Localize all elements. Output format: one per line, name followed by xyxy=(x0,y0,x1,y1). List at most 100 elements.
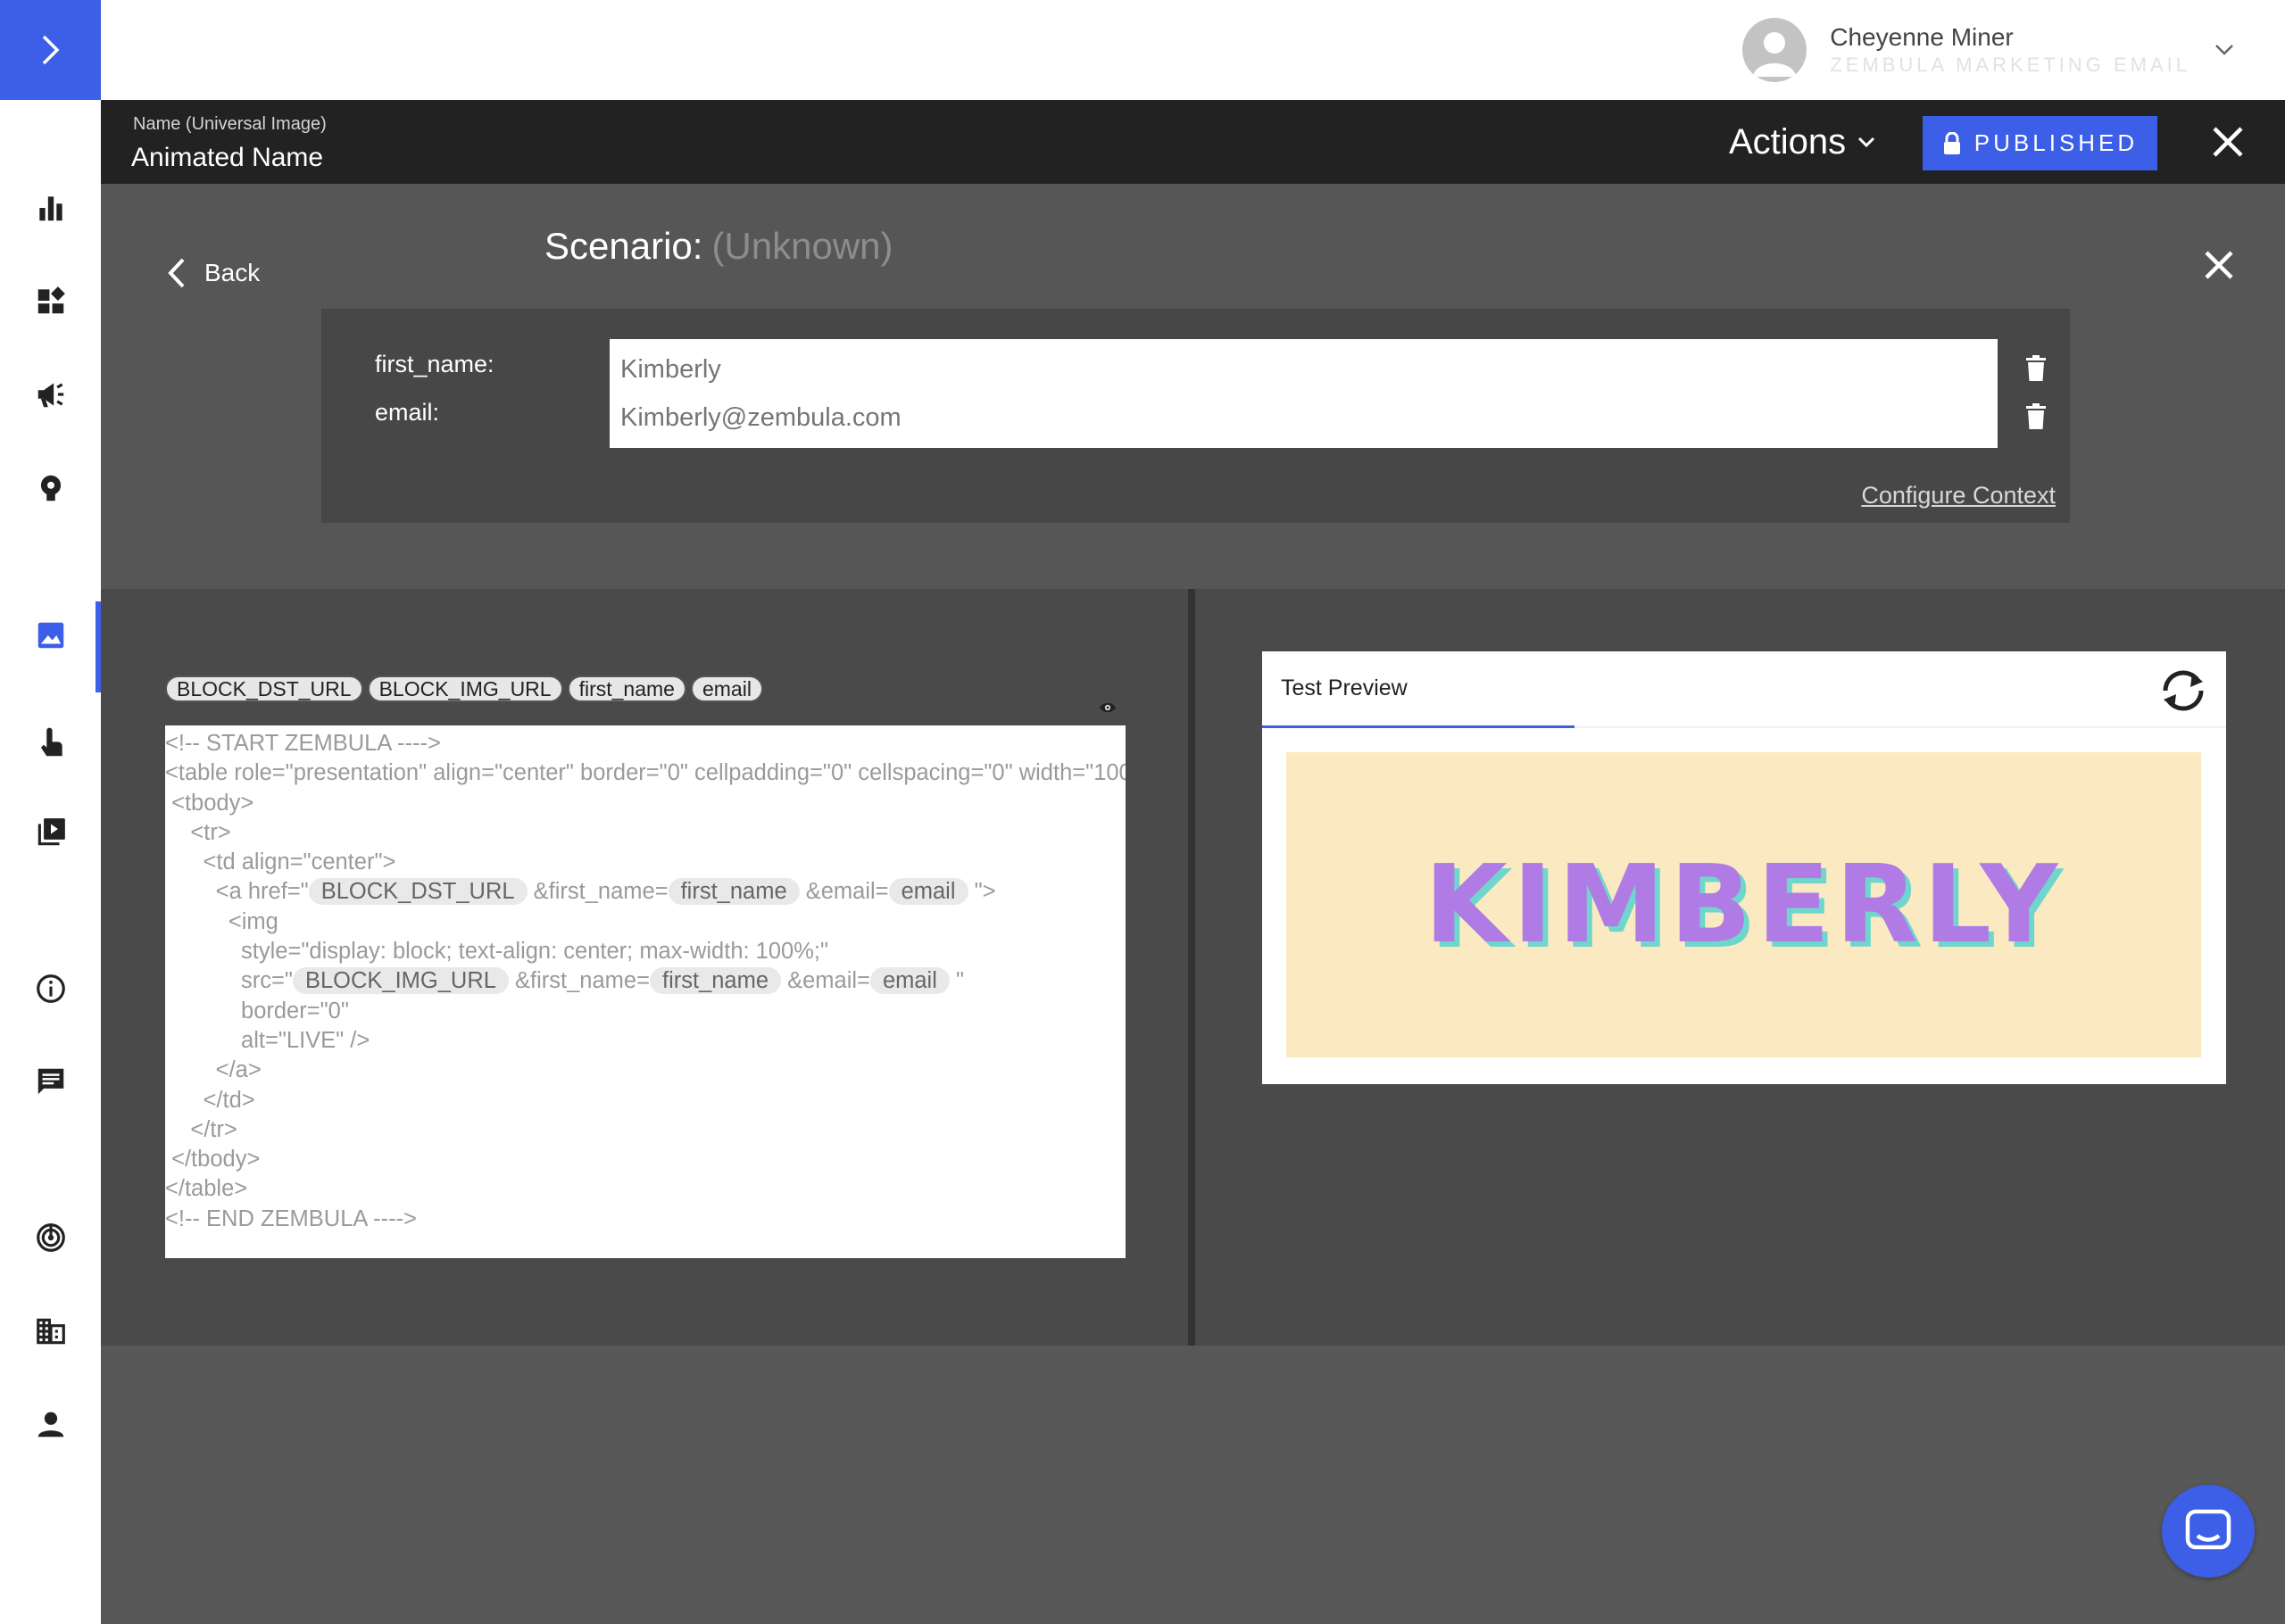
sidebar-item-dashboards[interactable] xyxy=(0,265,101,336)
code-line: <td align="center"> xyxy=(165,849,396,875)
chat-bubble-icon xyxy=(2185,1509,2231,1550)
back-button[interactable]: Back xyxy=(167,257,260,289)
sidebar-item-organization[interactable] xyxy=(0,1296,101,1367)
token-block-dst-url[interactable]: BLOCK_DST_URL xyxy=(165,675,363,702)
code-line: <img xyxy=(165,908,278,934)
trash-icon xyxy=(2026,355,2046,381)
preview-rendered-text: KIMBERLY xyxy=(1424,842,2064,967)
scenario-title-label: Scenario: xyxy=(544,225,703,267)
info-icon xyxy=(36,974,65,1003)
sidebar-item-analytics[interactable] xyxy=(0,172,101,244)
refresh-icon xyxy=(2163,670,2204,711)
code-line: </a> xyxy=(165,1057,262,1083)
video-library-icon xyxy=(37,818,65,846)
code-token-chip[interactable]: BLOCK_IMG_URL xyxy=(292,967,509,995)
code-editor[interactable]: <!-- START ZEMBULA ----> <table role="pr… xyxy=(165,725,1126,1258)
code-line: style="display: block; text-align: cente… xyxy=(165,939,829,965)
pane-splitter[interactable] xyxy=(1188,589,1195,1346)
sidebar-item-interactions[interactable] xyxy=(0,708,101,779)
item-name: Animated Name xyxy=(131,143,324,172)
delete-email-button[interactable] xyxy=(2023,402,2049,432)
tab-test-preview[interactable]: Test Preview xyxy=(1262,651,1575,728)
back-label: Back xyxy=(204,259,261,286)
code-token-chip[interactable]: first_name xyxy=(668,878,800,906)
code-line: <tr> xyxy=(165,819,231,845)
code-token-chip[interactable]: email xyxy=(888,878,968,906)
close-scenario-button[interactable] xyxy=(2198,244,2239,286)
user-organization: ZEMBULA MARKETING EMAIL xyxy=(1830,54,2190,76)
touch-icon xyxy=(40,727,62,757)
actions-dropdown[interactable]: Actions xyxy=(1729,120,1876,164)
code-line: border="0" xyxy=(165,998,349,1023)
code-pane: BLOCK_DST_URL BLOCK_IMG_URL first_name e… xyxy=(101,589,1188,1346)
actions-label: Actions xyxy=(1729,121,1847,162)
token-block-img-url[interactable]: BLOCK_IMG_URL xyxy=(367,675,563,702)
user-menu[interactable]: Cheyenne Miner ZEMBULA MARKETING EMAIL xyxy=(1742,14,2235,86)
close-icon xyxy=(2205,251,2233,279)
email-field[interactable] xyxy=(610,387,1998,448)
target-icon xyxy=(36,1223,65,1252)
delete-first-name-button[interactable] xyxy=(2023,353,2049,384)
first-name-label: first_name: xyxy=(375,351,494,377)
code-line: <tbody> xyxy=(165,790,254,816)
chevron-left-icon xyxy=(168,258,185,288)
token-email[interactable]: email xyxy=(690,675,763,702)
expand-sidebar-button[interactable] xyxy=(0,0,101,100)
sidebar-item-images[interactable] xyxy=(0,600,101,692)
scenario-title-value: (Unknown) xyxy=(711,225,893,267)
lock-icon xyxy=(1943,131,1960,154)
tab-label: Test Preview xyxy=(1281,675,1408,700)
item-type-label: Name (Universal Image) xyxy=(133,114,327,134)
refresh-preview-button[interactable] xyxy=(2155,664,2212,717)
tab-divider xyxy=(1575,726,2226,728)
eye-icon[interactable] xyxy=(1099,701,1117,714)
code-line: <a href=" BLOCK_DST_URL &first_name= first… xyxy=(165,877,1126,907)
code-line: <!-- END ZEMBULA ----> xyxy=(165,1206,417,1231)
token-first-name[interactable]: first_name xyxy=(567,675,686,702)
trash-icon xyxy=(2026,403,2046,429)
user-name: Cheyenne Miner xyxy=(1830,23,2014,51)
lightbulb-icon xyxy=(40,475,61,501)
code-text: <a href=" xyxy=(165,879,309,905)
user-avatar-icon xyxy=(1753,32,1797,77)
code-line: <!-- START ZEMBULA ----> xyxy=(165,731,441,756)
sidebar-item-video[interactable] xyxy=(0,797,101,868)
sidebar-item-insights[interactable] xyxy=(0,452,101,524)
close-icon xyxy=(2213,127,2243,157)
code-token-chip[interactable]: BLOCK_DST_URL xyxy=(308,878,528,906)
configure-context-link[interactable]: Configure Context xyxy=(1861,482,2056,510)
scenario-panel: Back Scenario:(Unknown) first_name: emai… xyxy=(101,184,2285,589)
code-line: <table role="presentation" align="center… xyxy=(165,760,1126,786)
code-text: "> xyxy=(968,879,996,905)
code-line: alt="LIVE" /> xyxy=(165,1027,370,1053)
sidebar-item-info[interactable] xyxy=(0,953,101,1024)
code-token-chip[interactable]: first_name xyxy=(649,967,782,995)
image-icon xyxy=(37,622,63,649)
top-header: Cheyenne Miner ZEMBULA MARKETING EMAIL xyxy=(101,0,2285,100)
person-icon xyxy=(37,1412,63,1438)
sidebar-item-campaigns[interactable] xyxy=(0,359,101,430)
code-line: </td> xyxy=(165,1087,255,1113)
avatar xyxy=(1742,18,1807,82)
megaphone-icon xyxy=(37,383,63,408)
chevron-down-icon xyxy=(1858,137,1875,148)
item-titlebar: Name (Universal Image) Animated Name Act… xyxy=(101,100,2285,184)
preview-pane: Test Preview KIMBERLY xyxy=(1195,589,2285,1346)
close-button[interactable] xyxy=(2206,120,2250,164)
test-preview-panel: Test Preview KIMBERLY xyxy=(1262,651,2226,1084)
chat-launcher-button[interactable] xyxy=(2162,1485,2255,1578)
code-line: </table> xyxy=(165,1176,248,1202)
sidebar-item-tracking[interactable] xyxy=(0,1202,101,1273)
chat-icon xyxy=(37,1068,63,1095)
building-icon xyxy=(36,1318,65,1345)
code-text: &first_name= xyxy=(508,968,650,994)
code-text: &first_name= xyxy=(527,879,669,905)
preview-image: KIMBERLY xyxy=(1286,752,2201,1057)
editor-workspace: BLOCK_DST_URL BLOCK_IMG_URL first_name e… xyxy=(101,589,2285,1346)
scenario-title: Scenario: (Unknown) xyxy=(544,225,893,268)
code-token-chip[interactable]: email xyxy=(869,967,950,995)
published-button[interactable]: PUBLISHED xyxy=(1923,116,2157,170)
code-text: src=" xyxy=(165,968,293,994)
sidebar-item-account[interactable] xyxy=(0,1388,101,1460)
sidebar-item-messages[interactable] xyxy=(0,1046,101,1117)
